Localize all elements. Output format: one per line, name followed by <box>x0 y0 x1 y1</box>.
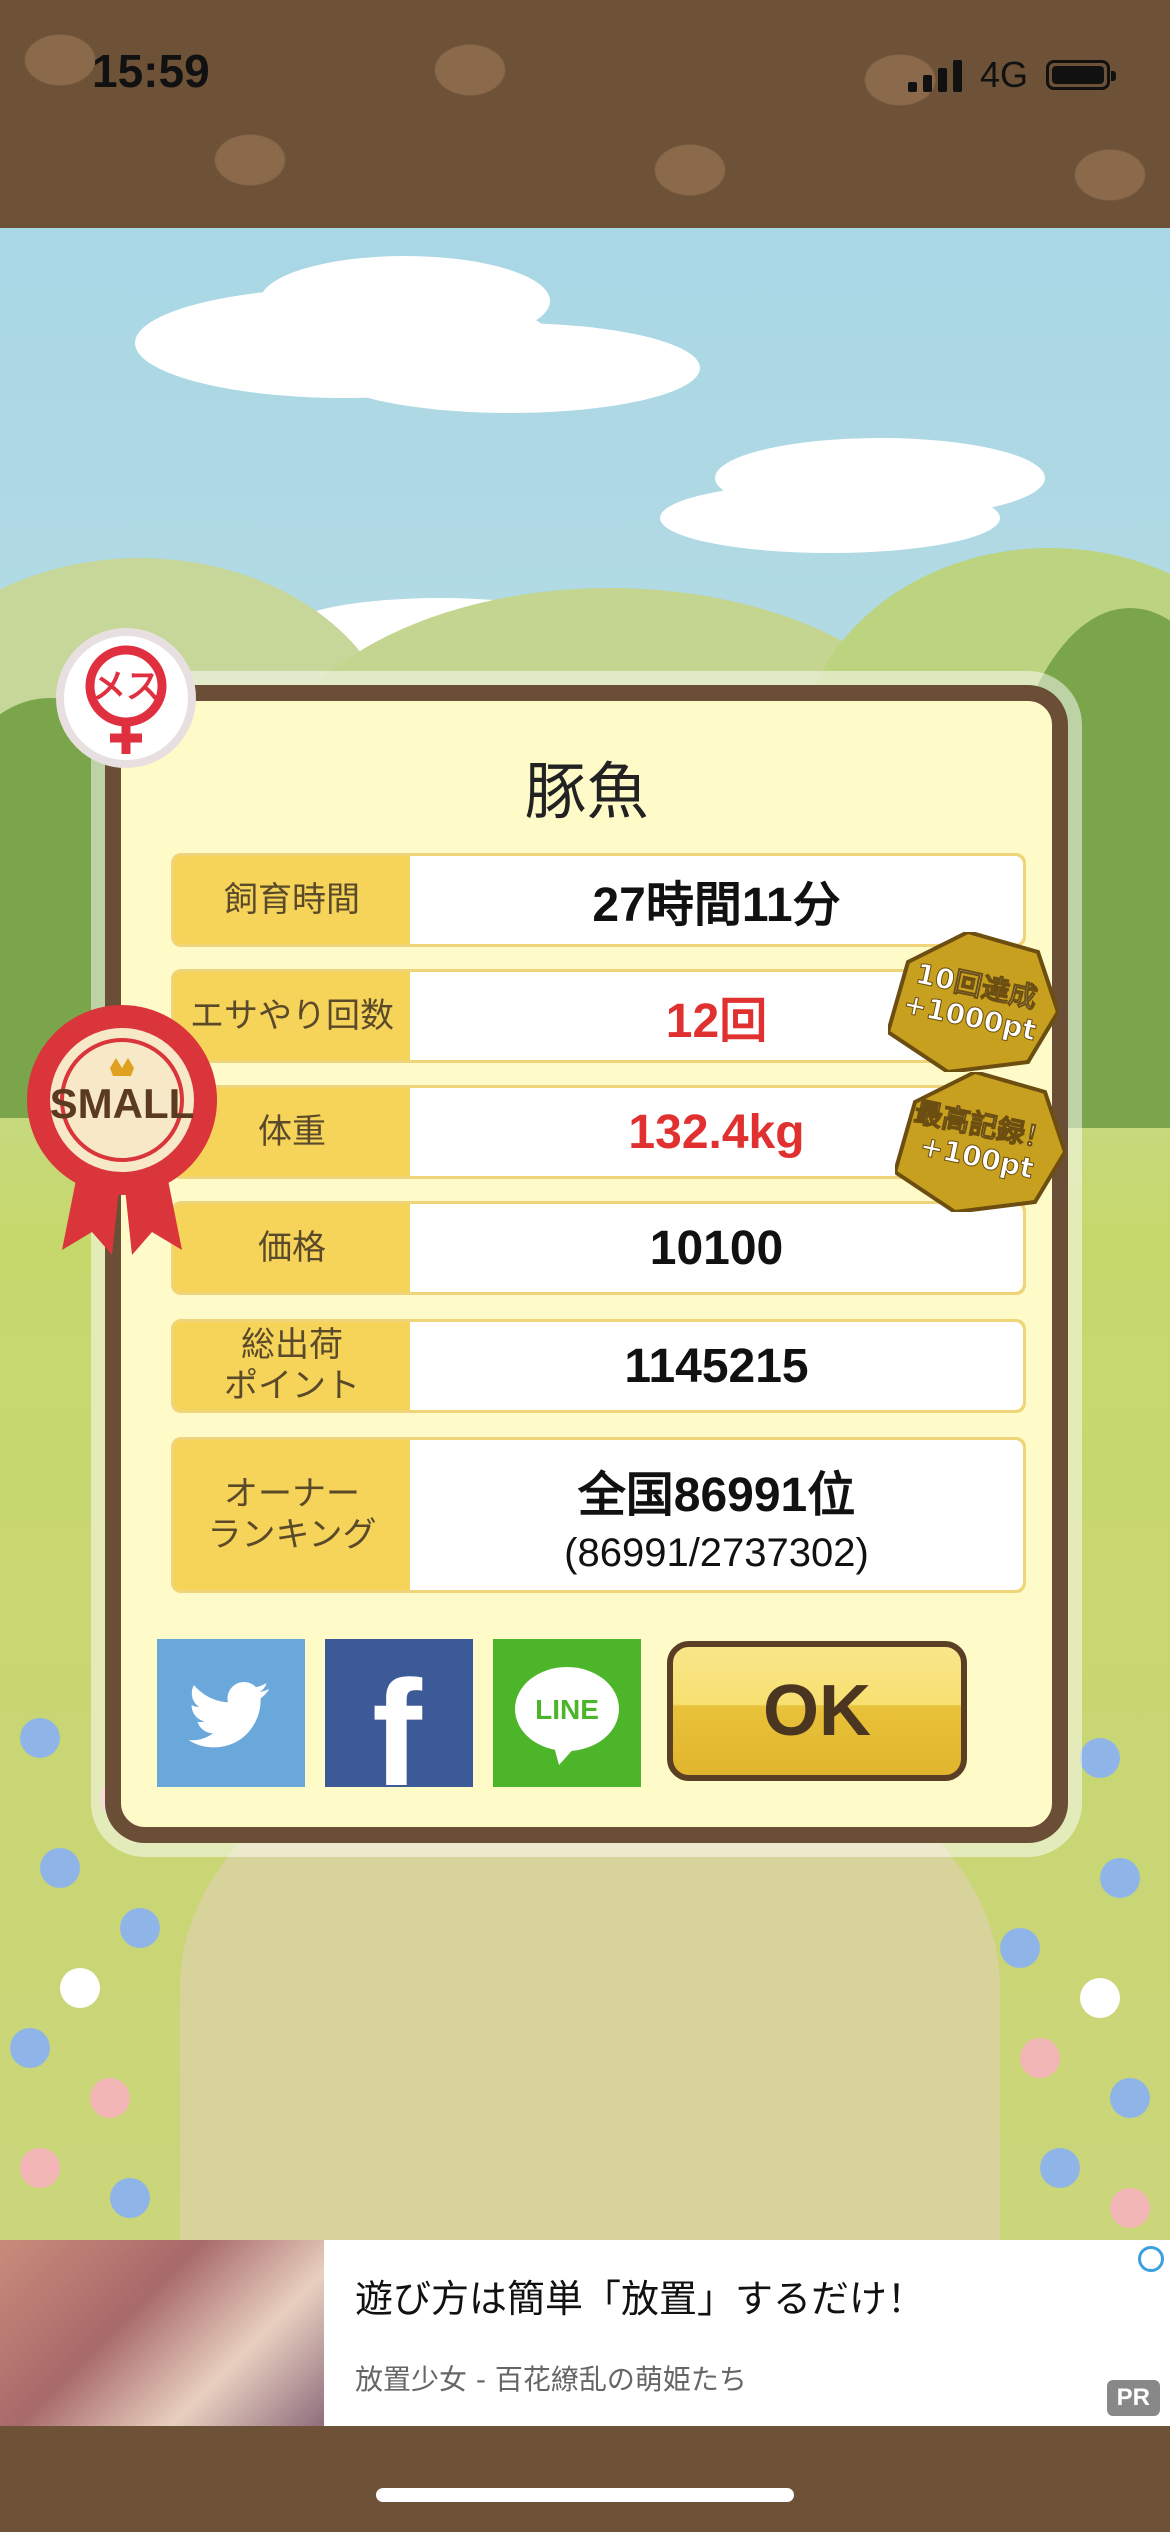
signal-icon <box>907 58 962 92</box>
svg-text:メス: メス <box>92 667 160 707</box>
row-value: 1145215 <box>410 1322 1023 1410</box>
female-symbol-icon: メス <box>85 645 167 754</box>
ribbon-icon: SMALL <box>27 1005 217 1255</box>
ad-title[interactable]: 遊び方は簡単「放置」するだけ！ <box>355 2268 925 2323</box>
status-time: 15:59 <box>92 45 210 97</box>
row-label: オーナー ランキング <box>207 1474 377 1555</box>
ranking-detail: (86991/2737302) <box>564 1530 869 1575</box>
twitter-share-button[interactable] <box>157 1639 305 1787</box>
twitter-icon <box>188 1682 269 1748</box>
achievement-badge-feeding: 10回達成 +1000pt <box>888 932 1058 1072</box>
ok-button[interactable]: OK <box>667 1641 967 1781</box>
fish-name: 豚魚 <box>524 755 649 828</box>
status-bar-background <box>0 0 1170 228</box>
adchoices-icon[interactable] <box>1138 2246 1164 2272</box>
achievement-badge-record: 最高記録！ +100pt <box>895 1072 1065 1212</box>
row-value: 10100 <box>410 1204 1023 1292</box>
bottom-bar <box>0 2426 1170 2532</box>
ad-subtitle[interactable]: 放置少女 - 百花繚乱の萌姫たち <box>355 2358 747 2398</box>
network-type: 4G <box>979 54 1028 95</box>
ranking-main: 全国86991位 <box>577 1468 856 1522</box>
ad-banner[interactable]: 遊び方は簡単「放置」するだけ！ 放置少女 - 百花繚乱の萌姫たち PR <box>0 2240 1170 2426</box>
row-owner-ranking: オーナー ランキング 全国86991位 (86991/2737302) <box>171 1437 1026 1593</box>
svg-text:SMALL: SMALL <box>50 1080 195 1127</box>
row-price: 価格 10100 <box>171 1201 1026 1295</box>
row-label: 飼育時間 <box>224 879 360 920</box>
svg-text:LINE: LINE <box>535 1694 599 1725</box>
row-total-points: 総出荷 ポイント 1145215 <box>171 1319 1026 1413</box>
svg-text:f: f <box>372 1649 423 1787</box>
result-dialog: 豚魚 飼育時間 27時間11分 エサやり回数 12回 体重 132.4kg 価格… <box>105 685 1068 1843</box>
ad-pr-label: PR <box>1106 2380 1160 2416</box>
row-value: 全国86991位 (86991/2737302) <box>410 1440 1023 1590</box>
facebook-share-button[interactable]: f <box>325 1639 473 1817</box>
status-icons: 4G <box>907 54 1116 96</box>
home-indicator[interactable] <box>376 2488 794 2502</box>
ad-image[interactable] <box>0 2240 324 2426</box>
size-badge: SMALL <box>22 1000 222 1255</box>
facebook-icon: f <box>372 1649 423 1817</box>
row-label: 総出荷 ポイント <box>224 1325 360 1406</box>
female-badge: メス <box>56 628 196 768</box>
line-share-button[interactable]: LINE <box>493 1639 641 1787</box>
line-icon: LINE <box>515 1667 619 1765</box>
battery-icon <box>1046 60 1116 90</box>
